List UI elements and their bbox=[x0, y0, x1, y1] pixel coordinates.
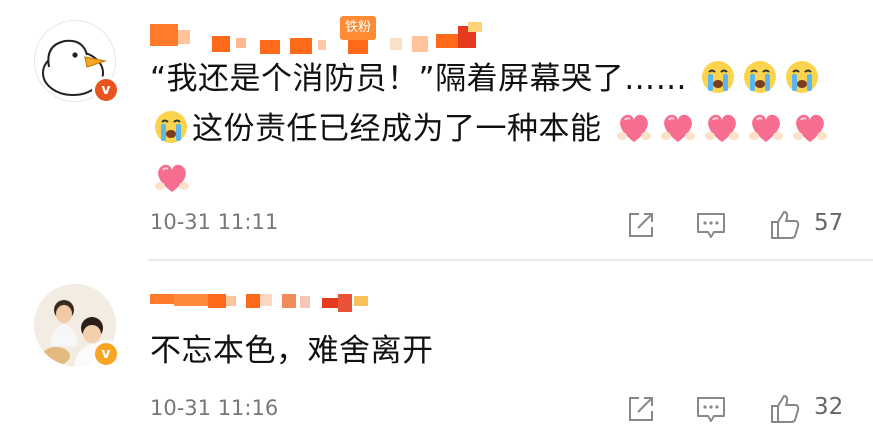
crying-face-icon bbox=[742, 59, 778, 95]
comment-icon[interactable] bbox=[694, 392, 728, 426]
like-count: 32 bbox=[814, 394, 844, 420]
crying-face-icon bbox=[700, 59, 736, 95]
avatar[interactable]: v bbox=[34, 284, 120, 368]
verified-badge-icon: v bbox=[92, 340, 120, 368]
like-count: 57 bbox=[814, 210, 844, 236]
comment-text: 不忘本色，难舍离开 bbox=[150, 333, 434, 369]
verified-badge-icon: v bbox=[92, 76, 120, 104]
comment-actions: 57 bbox=[600, 204, 873, 244]
comment-item: v 不忘本色，难舍离开 10-31 11:16 32 bbox=[0, 262, 873, 436]
comment-text-part: “我还是个消防员！”隔着屏幕哭了…… bbox=[150, 61, 688, 97]
comment-timestamp: 10-31 11:11 bbox=[150, 210, 279, 234]
comment-timestamp: 10-31 11:16 bbox=[150, 396, 279, 420]
crying-face-icon bbox=[784, 59, 820, 95]
fan-badge: 铁粉 bbox=[340, 16, 377, 40]
comment-icon[interactable] bbox=[694, 208, 728, 242]
thumbs-up-icon[interactable] bbox=[768, 392, 802, 426]
comment-text-part: 这份责任已经成为了一种本能 bbox=[192, 111, 602, 147]
divider bbox=[148, 259, 873, 261]
share-icon[interactable] bbox=[624, 208, 658, 242]
heart-hands-icon bbox=[703, 110, 741, 144]
heart-hands-icon bbox=[791, 110, 829, 144]
heart-hands-icon bbox=[615, 110, 653, 144]
crying-face-icon bbox=[153, 109, 189, 145]
heart-hands-icon bbox=[153, 160, 191, 194]
heart-hands-icon bbox=[747, 110, 785, 144]
heart-hands-icon bbox=[659, 110, 697, 144]
comment-item: v 铁粉 “我还是个消防员！”隔着屏幕哭了…… 这份责任已经成为了一种本能 10… bbox=[0, 0, 873, 258]
comment-text: “我还是个消防员！”隔着屏幕哭了…… 这份责任已经成为了一种本能 bbox=[150, 54, 843, 204]
comment-actions: 32 bbox=[600, 388, 873, 428]
thumbs-up-icon[interactable] bbox=[768, 208, 802, 242]
share-icon[interactable] bbox=[624, 392, 658, 426]
avatar[interactable]: v bbox=[34, 20, 120, 104]
